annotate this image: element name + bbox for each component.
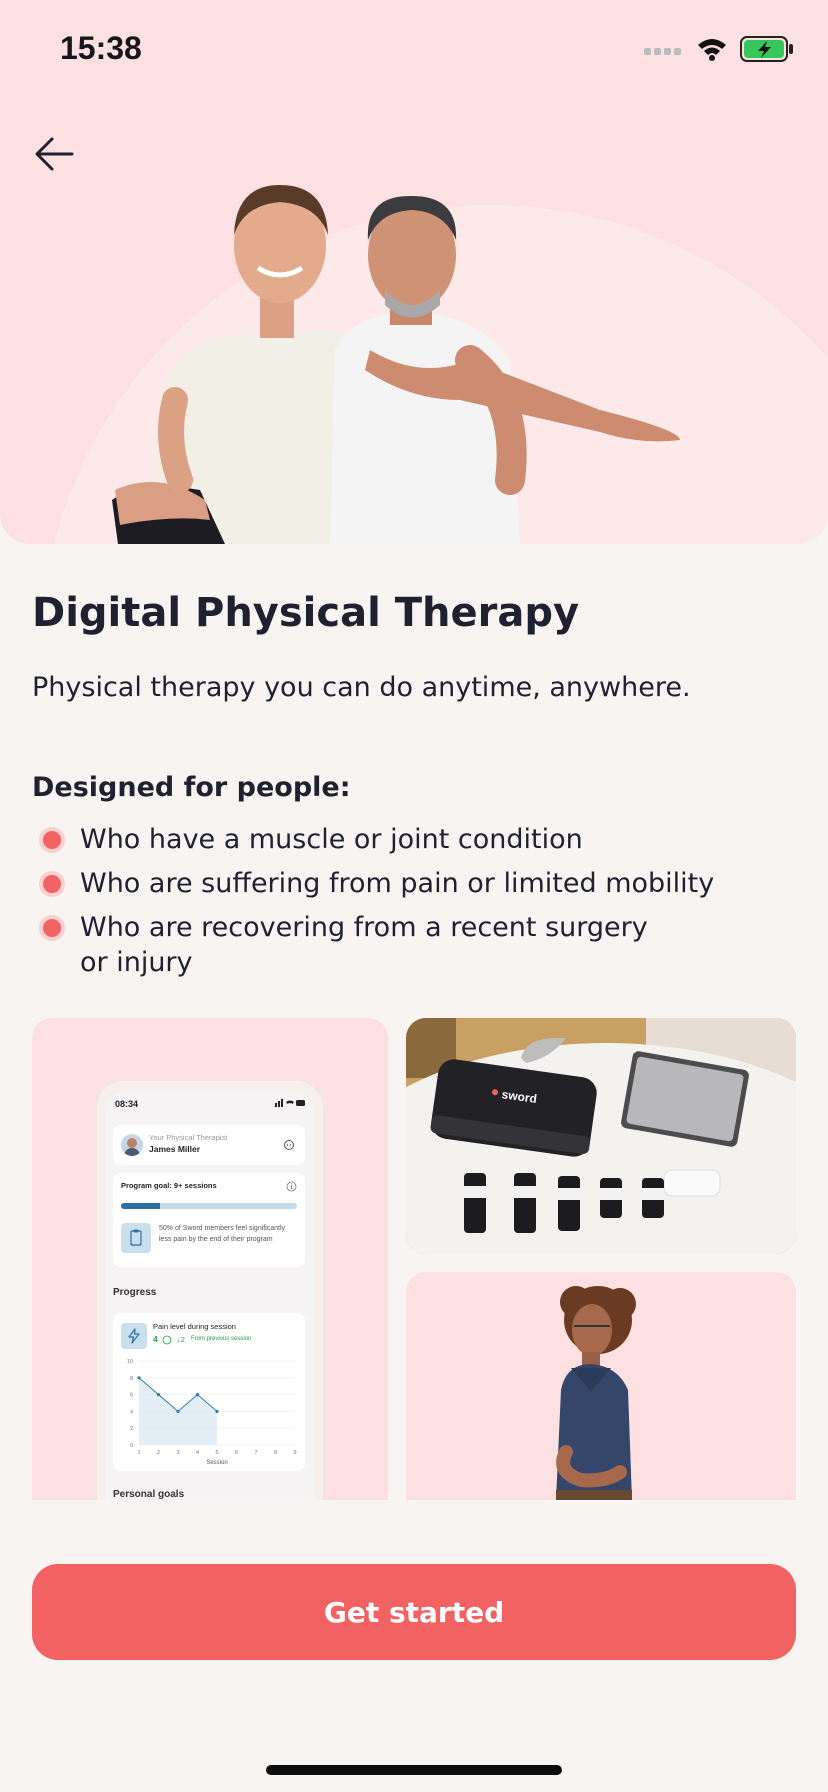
chart-point [215, 1409, 219, 1413]
status-bar: 15:38 [0, 0, 828, 100]
therapy-kit-card: sword [406, 1018, 796, 1254]
chart-x-axis-label: Session [206, 1460, 227, 1466]
chart-y-tick-label: 0 [130, 1443, 133, 1449]
chart-y-tick-label: 10 [127, 1359, 133, 1365]
therapist-label: Your Physical Therapist [149, 1133, 228, 1142]
signal-icon [644, 42, 684, 61]
page-subtitle: Physical therapy you can do anytime, any… [32, 672, 691, 703]
pain-level-value: 4 [153, 1334, 158, 1344]
chart-x-tick-label: 2 [157, 1450, 160, 1456]
list-item: Who are suffering from pain or limited m… [40, 866, 800, 901]
therapist-card[interactable]: Your Physical Therapist James Miller [113, 1125, 305, 1165]
battery-charging-icon [740, 36, 794, 66]
arrow-left-icon [35, 137, 74, 171]
chart-x-tick-label: 6 [235, 1450, 238, 1456]
bullet-dot-icon [43, 875, 61, 893]
status-icons [644, 36, 794, 66]
page-title: Digital Physical Therapy [32, 590, 580, 636]
designed-for-heading: Designed for people: [32, 772, 351, 803]
list-item: Who are recovering from a recent surgery… [40, 910, 680, 980]
chart-point [195, 1393, 200, 1397]
chat-icon [284, 1140, 294, 1150]
personal-goals-heading: Personal goals [113, 1489, 185, 1500]
chart-x-tick-label: 4 [196, 1450, 199, 1456]
chart-x-tick-label: 5 [215, 1450, 218, 1456]
therapist-photo [556, 1286, 636, 1500]
program-goal-card[interactable]: Program goal: 9+ sessions 50% of Sword m… [113, 1173, 305, 1267]
app-preview-card: 08:34 Your Physical Therapist James Mill… [32, 1018, 388, 1500]
phone-mockup: 08:34 Your Physical Therapist James Mill… [94, 1078, 326, 1500]
program-progress-bar [121, 1203, 297, 1209]
chart-x-tick-label: 7 [254, 1450, 257, 1456]
face-icon [162, 1335, 172, 1345]
phone-status-icons [275, 1099, 305, 1107]
pain-level-chart: 02468101 2 3 4 5 6 7 8 9Session [127, 1359, 297, 1466]
chart-x-tick-label: 3 [176, 1450, 179, 1456]
wifi-icon [696, 37, 728, 65]
therapist-photo-card [406, 1272, 796, 1500]
get-started-button[interactable]: Get started [32, 1564, 796, 1660]
info-icon [286, 1181, 297, 1192]
status-time: 15:38 [60, 30, 142, 66]
bullet-dot-icon [43, 919, 61, 937]
avatar [121, 1134, 143, 1156]
pain-change-label: From previous session [191, 1336, 252, 1342]
pain-level-title: Pain level during session [153, 1322, 236, 1331]
program-stat-text: 50% of Sword members feel significantly … [159, 1225, 286, 1243]
designed-for-list: Who have a muscle or joint condition Who… [40, 822, 800, 989]
chart-x-tick-label: 8 [274, 1450, 277, 1456]
progress-heading: Progress [113, 1287, 157, 1298]
home-indicator [266, 1765, 562, 1775]
phone-status-time: 08:34 [115, 1099, 139, 1109]
phone-screen: 08:34 Your Physical Therapist James Mill… [105, 1091, 315, 1500]
bullet-dot-icon [43, 831, 61, 849]
chart-point [137, 1376, 141, 1380]
therapist-name: James Miller [149, 1144, 201, 1154]
lightning-icon [121, 1323, 147, 1349]
therapy-kit-image: sword [406, 1018, 796, 1254]
list-item: Who have a muscle or joint condition [40, 822, 800, 857]
chart-y-tick-label: 6 [130, 1393, 133, 1399]
chart-y-tick-label: 8 [130, 1376, 133, 1382]
chart-x-tick-label: 9 [293, 1450, 296, 1456]
clipboard-icon [121, 1223, 151, 1253]
pain-level-card[interactable]: Pain level during session 4 ↓2 From prev… [113, 1313, 305, 1471]
pain-change: ↓2 [177, 1335, 185, 1344]
man-figure [330, 195, 680, 544]
program-progress-fill [121, 1203, 160, 1209]
chart-point [176, 1409, 180, 1413]
back-button[interactable] [30, 128, 82, 180]
chart-point [156, 1393, 161, 1397]
chart-y-tick-label: 4 [130, 1409, 133, 1415]
chart-y-tick-label: 2 [130, 1426, 133, 1432]
program-goal-label: Program goal: 9+ sessions [121, 1181, 217, 1190]
chart-x-tick-label: 1 [137, 1450, 140, 1456]
